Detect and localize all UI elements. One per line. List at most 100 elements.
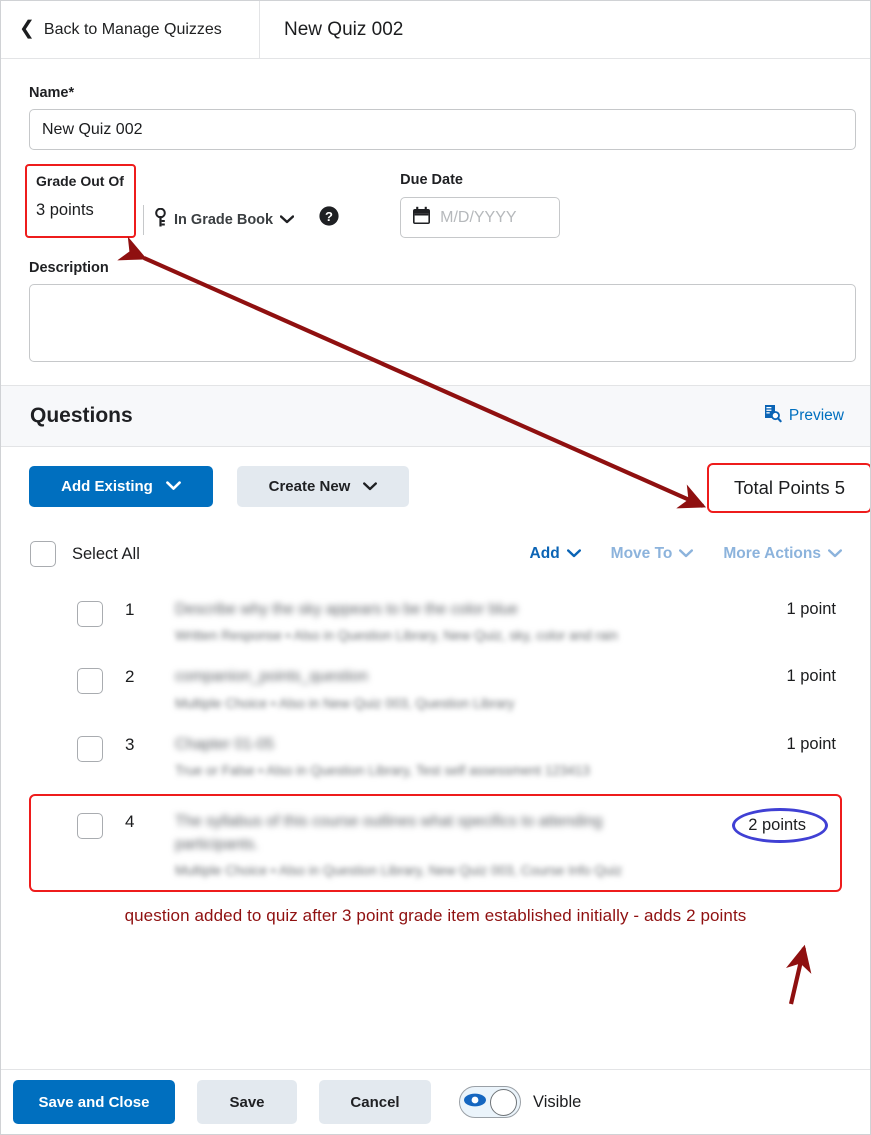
back-button-label: Back to Manage Quizzes (43, 20, 222, 38)
questions-list: 1 Describe why the sky appears to be the… (1, 586, 870, 893)
question-meta: Written Response • Also in Question Libr… (175, 628, 618, 644)
key-icon (154, 207, 167, 232)
highlighted-points-annotation: 2 points (732, 808, 828, 844)
due-date-group: Due Date M/D/YYYY (400, 172, 561, 238)
chevron-down-icon (679, 545, 694, 563)
question-body: The syllabus of this course outlines wha… (175, 810, 732, 878)
question-title: Describe why the sky appears to be the c… (175, 601, 518, 618)
back-to-manage-quizzes-button[interactable]: ❮ Back to Manage Quizzes (1, 1, 260, 58)
question-body: Describe why the sky appears to be the c… (175, 598, 786, 643)
grade-out-of-group: Grade Out Of 3 points (25, 164, 136, 238)
cancel-label: Cancel (350, 1093, 400, 1111)
top-bar: ❮ Back to Manage Quizzes New Quiz 002 (1, 1, 870, 59)
save-label: Save (229, 1093, 265, 1111)
add-existing-button[interactable]: Add Existing (29, 466, 213, 507)
name-label-text: Name (29, 85, 69, 101)
questions-toolbar: Add Existing Create New Total Points 5 (1, 447, 870, 526)
questions-heading: Questions (30, 404, 133, 427)
question-meta: Multiple Choice • Also in Question Libra… (175, 863, 623, 879)
grade-out-of-label: Grade Out Of (36, 173, 124, 189)
bulk-actions: Add Move To More Actions (530, 545, 842, 563)
description-textarea[interactable] (29, 284, 856, 362)
quiz-title-container: New Quiz 002 (260, 1, 870, 58)
chevron-down-icon (363, 478, 378, 495)
question-body: Chapter 01-05 True or False • Also in Qu… (175, 733, 786, 778)
table-row[interactable]: 2 companion_points_question Multiple Cho… (29, 653, 842, 720)
total-points-badge: Total Points 5 (707, 463, 870, 513)
quiz-name-input[interactable]: New Quiz 002 (29, 109, 856, 150)
question-number: 1 (125, 600, 135, 619)
question-points: 2 points (748, 816, 806, 835)
eye-icon (463, 1092, 487, 1113)
question-title: The syllabus of this course outlines wha… (175, 813, 603, 853)
question-title: companion_points_question (175, 668, 369, 686)
footer-actions: Save and Close Save Cancel Visible (1, 1069, 870, 1134)
question-points: 1 point (786, 600, 836, 618)
save-and-close-button[interactable]: Save and Close (13, 1080, 175, 1124)
quiz-editor-page: ❮ Back to Manage Quizzes New Quiz 002 Na… (0, 0, 871, 1135)
question-checkbox[interactable] (77, 735, 103, 762)
grade-divider (143, 205, 144, 235)
table-row[interactable]: 1 Describe why the sky appears to be the… (29, 586, 842, 653)
grade-and-duedate-row: Grade Out Of 3 points In Grade Book ? Du… (25, 164, 842, 238)
question-number: 2 (125, 667, 135, 687)
cancel-button[interactable]: Cancel (319, 1080, 431, 1124)
question-title: Chapter 01-05 (175, 735, 275, 753)
select-all-row: Select All Add Move To More Actions (1, 532, 870, 576)
move-to-dropdown[interactable]: Move To (611, 545, 694, 563)
question-meta: True or False • Also in Question Library… (175, 763, 590, 779)
chevron-left-icon: ❮ (19, 18, 35, 39)
save-and-close-label: Save and Close (38, 1093, 150, 1111)
visibility-label: Visible (533, 1092, 582, 1111)
due-date-placeholder: M/D/YYYY (440, 208, 517, 226)
question-body: companion_points_question Multiple Choic… (175, 665, 786, 710)
points-callout-arrow (785, 944, 812, 1005)
document-search-icon (763, 404, 782, 428)
calendar-icon (412, 206, 431, 230)
preview-label: Preview (788, 407, 844, 424)
visibility-toggle-group: Visible (459, 1086, 581, 1118)
in-grade-book-label: In Grade Book (174, 212, 274, 228)
move-to-dropdown-label: Move To (610, 545, 673, 562)
add-dropdown-label: Add (529, 545, 560, 562)
select-all-label: Select All (72, 544, 140, 563)
annotation-caption: question added to quiz after 3 point gra… (124, 906, 747, 926)
question-points: 1 point (786, 667, 836, 686)
question-points: 1 point (786, 734, 836, 753)
visibility-toggle[interactable] (459, 1086, 521, 1118)
help-circle-icon[interactable]: ? (318, 205, 340, 232)
grade-out-of-input[interactable]: 3 points (36, 201, 94, 219)
question-number: 3 (125, 734, 135, 754)
question-checkbox[interactable] (77, 813, 103, 840)
save-button[interactable]: Save (197, 1080, 297, 1124)
due-date-label: Due Date (400, 172, 463, 188)
question-number: 4 (125, 812, 135, 832)
create-new-button[interactable]: Create New (237, 466, 409, 507)
questions-section-header: Questions Preview (1, 385, 870, 447)
chevron-down-icon (828, 545, 842, 563)
name-required-marker: * (68, 85, 75, 101)
add-dropdown[interactable]: Add (530, 545, 581, 563)
more-actions-dropdown-label: More Actions (723, 545, 821, 562)
svg-text:?: ? (325, 209, 333, 224)
quiz-name-value: New Quiz 002 (42, 120, 143, 138)
quiz-form: Name* New Quiz 002 Grade Out Of 3 points (1, 85, 870, 362)
name-field-label: Name* (29, 85, 842, 101)
in-grade-book-dropdown[interactable]: In Grade Book (154, 207, 295, 232)
chevron-down-icon (165, 478, 181, 495)
create-new-label: Create New (268, 478, 351, 495)
page-title: New Quiz 002 (284, 18, 404, 40)
select-all-checkbox[interactable] (30, 541, 56, 567)
table-row[interactable]: 4 The syllabus of this course outlines w… (29, 794, 842, 893)
chevron-down-icon (566, 545, 581, 563)
question-checkbox[interactable] (77, 601, 103, 627)
description-label: Description (29, 260, 109, 276)
more-actions-dropdown[interactable]: More Actions (723, 545, 842, 563)
due-date-input[interactable]: M/D/YYYY (400, 197, 561, 238)
preview-link[interactable]: Preview (763, 404, 844, 428)
chevron-down-icon (279, 211, 295, 229)
table-row[interactable]: 3 Chapter 01-05 True or False • Also in … (29, 721, 842, 788)
add-existing-label: Add Existing (61, 478, 153, 495)
toggle-knob (490, 1088, 517, 1116)
question-checkbox[interactable] (77, 668, 103, 695)
